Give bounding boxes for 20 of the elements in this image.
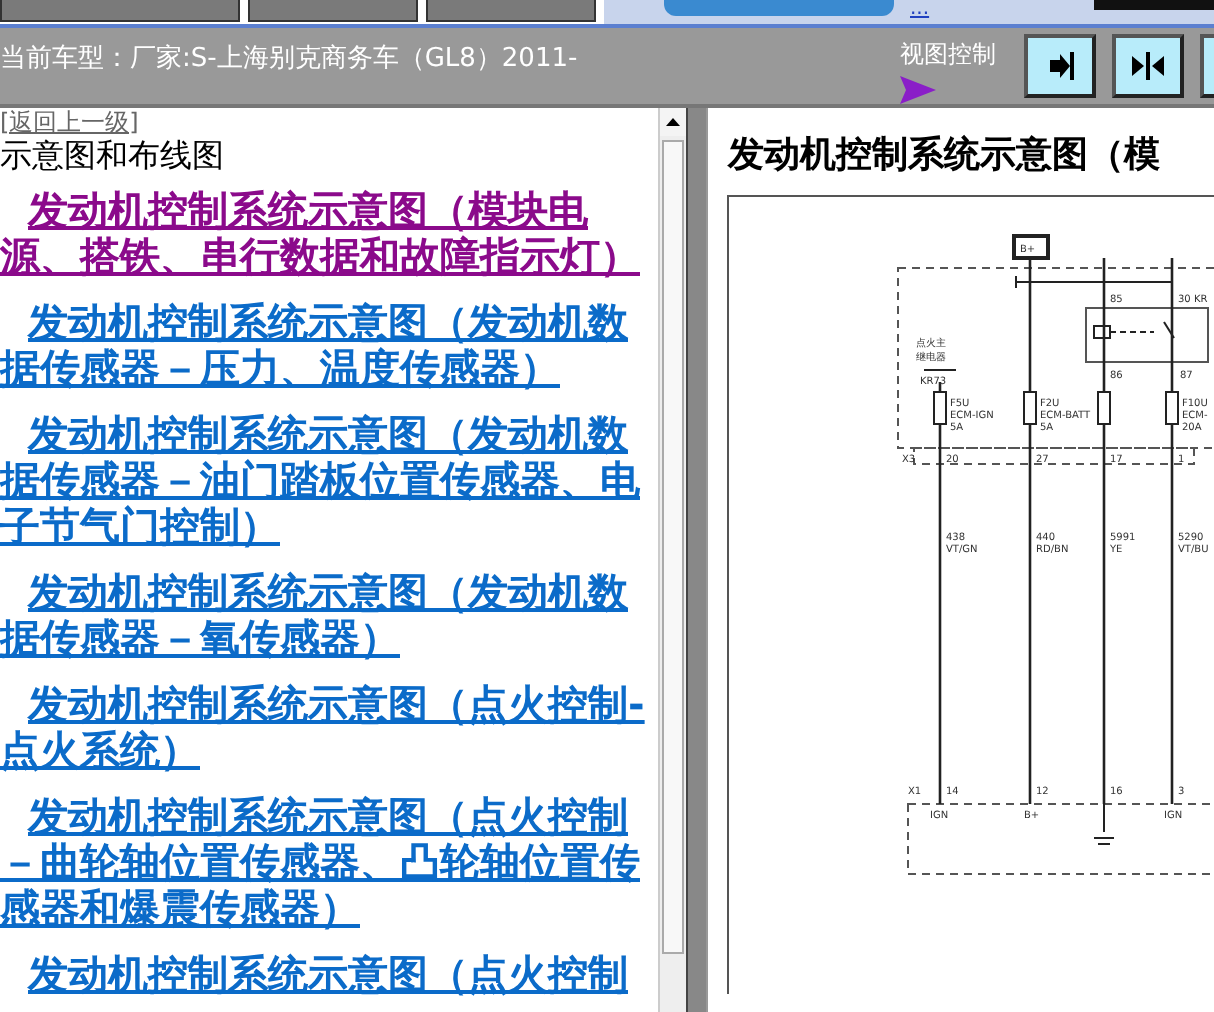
view-control-label: 视图控制	[900, 38, 998, 72]
scroll-up-icon[interactable]	[660, 108, 686, 136]
converging-arrows-icon	[1130, 50, 1166, 82]
current-vehicle-text: 当前车型：厂家:S-上海别克商务车（GL8）2011-	[0, 42, 578, 78]
view-button[interactable]	[1024, 34, 1096, 98]
diagram-link[interactable]: 发动机控制系统示意图（点火控制	[0, 952, 658, 998]
more-link[interactable]: ...	[910, 0, 930, 20]
toolbar-button[interactable]	[0, 0, 240, 22]
section-heading: 示意图和布线图	[0, 136, 226, 176]
diagram-link[interactable]: 发动机控制系统示意图（模块电源、搭铁、串行数据和故障指示灯）	[0, 188, 658, 280]
scrollbar[interactable]	[658, 108, 686, 1012]
back-link[interactable]: [返回上一级]	[0, 108, 658, 136]
view-button[interactable]	[1112, 34, 1184, 98]
toolbar-button[interactable]	[248, 0, 418, 22]
diagram-link[interactable]: 发动机控制系统示意图（点火控制-点火系统）	[0, 682, 658, 774]
diagram-title: 发动机控制系统示意图（模	[725, 132, 1162, 172]
triangle-icon	[900, 76, 936, 104]
arrow-to-bar-icon	[1044, 50, 1076, 82]
diagram-link[interactable]: 发动机控制系统示意图（点火控制－曲轮轴位置传感器、凸轮轴位置传感器和爆震传感器）	[0, 794, 658, 932]
toolbar-button[interactable]	[426, 0, 596, 22]
